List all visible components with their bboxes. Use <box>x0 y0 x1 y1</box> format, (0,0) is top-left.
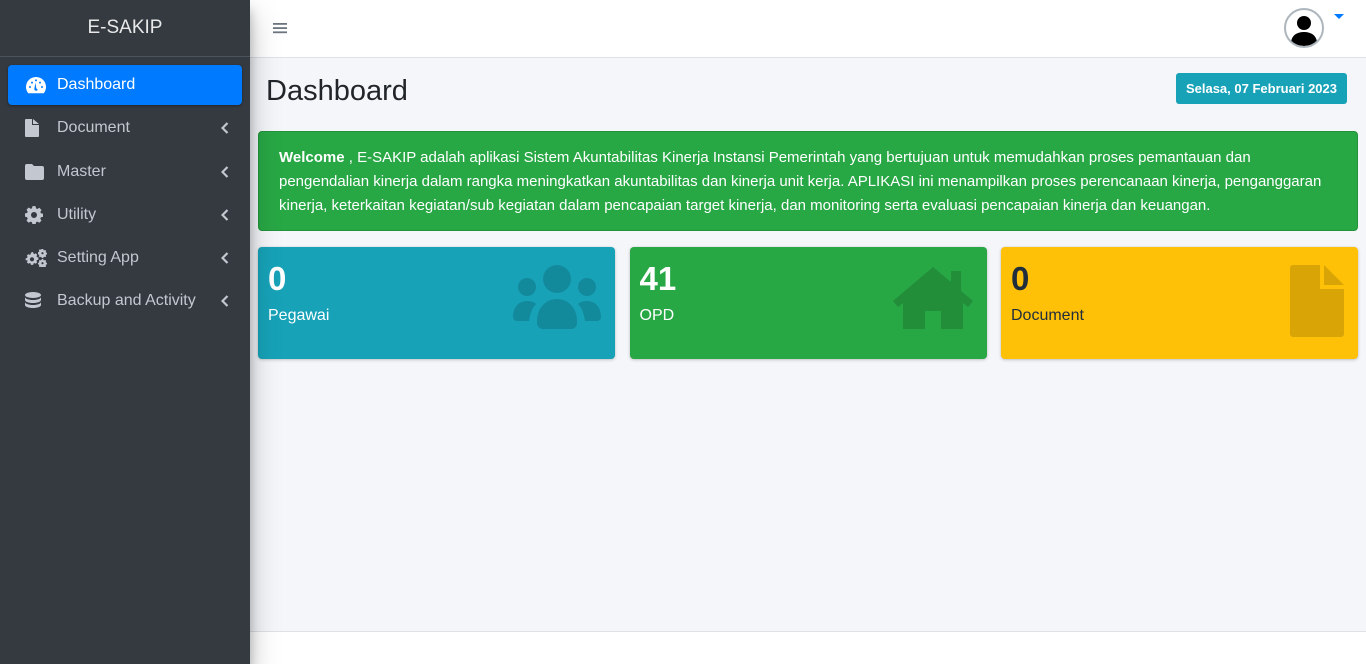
date-badge: Selasa, 07 Februari 2023 <box>1175 73 1347 104</box>
stat-boxes: 0 Pegawai 41 OPD 0 Document <box>258 247 1358 359</box>
gears-icon <box>25 248 49 268</box>
chevron-left-icon <box>220 209 230 221</box>
page-title: Dashboard <box>266 75 408 107</box>
gear-icon <box>25 205 49 225</box>
chevron-left-icon <box>220 122 230 135</box>
sidebar-nav: Dashboard Document Master Utility Settin… <box>0 57 250 321</box>
sidebar-item-label: Backup and Activity <box>57 292 196 310</box>
welcome-callout: Welcome , E-SAKIP adalah aplikasi Sistem… <box>258 131 1358 231</box>
sidebar-item-dashboard[interactable]: Dashboard <box>8 65 242 105</box>
sidebar-item-label: Master <box>57 162 106 180</box>
avatar[interactable] <box>1284 8 1324 48</box>
file-icon <box>25 118 49 138</box>
home-icon <box>892 265 973 334</box>
top-navbar <box>250 0 1366 58</box>
menu-toggle-icon[interactable] <box>272 20 290 38</box>
sidebar: E-SAKIP Dashboard Document Master Utilit… <box>0 0 250 664</box>
main-content: Dashboard Selasa, 07 Februari 2023 Welco… <box>250 58 1366 632</box>
sidebar-item-document[interactable]: Document <box>8 108 242 148</box>
sidebar-item-backup-and-activity[interactable]: Backup and Activity <box>8 281 242 321</box>
sidebar-item-label: Document <box>57 119 130 137</box>
welcome-title: Welcome <box>279 149 345 166</box>
chevron-left-icon <box>220 295 230 308</box>
file-icon <box>1290 265 1344 342</box>
stat-box-pegawai[interactable]: 0 Pegawai <box>258 247 615 359</box>
welcome-text: , E-SAKIP adalah aplikasi Sistem Akuntab… <box>279 149 1322 214</box>
sidebar-item-label: Dashboard <box>57 76 136 93</box>
users-icon <box>513 265 601 334</box>
sidebar-item-setting-app[interactable]: Setting App <box>8 238 242 278</box>
stat-box-opd[interactable]: 41 OPD <box>629 247 987 359</box>
footer <box>250 631 1366 664</box>
sidebar-item-master[interactable]: Master <box>8 152 242 192</box>
database-icon <box>25 291 49 311</box>
sidebar-item-label: Setting App <box>57 249 139 267</box>
chevron-left-icon <box>220 165 230 178</box>
user-menu[interactable] <box>1284 8 1344 48</box>
brand-title[interactable]: E-SAKIP <box>0 0 250 57</box>
content-header: Dashboard Selasa, 07 Februari 2023 <box>258 58 1358 130</box>
folder-icon <box>25 162 49 182</box>
sidebar-item-utility[interactable]: Utility <box>8 195 242 235</box>
tachometer-icon <box>25 75 49 95</box>
stat-box-document[interactable]: 0 Document <box>1001 247 1358 359</box>
sidebar-item-label: Utility <box>57 205 97 223</box>
chevron-left-icon <box>220 252 230 264</box>
chevron-down-icon[interactable] <box>1334 14 1344 19</box>
